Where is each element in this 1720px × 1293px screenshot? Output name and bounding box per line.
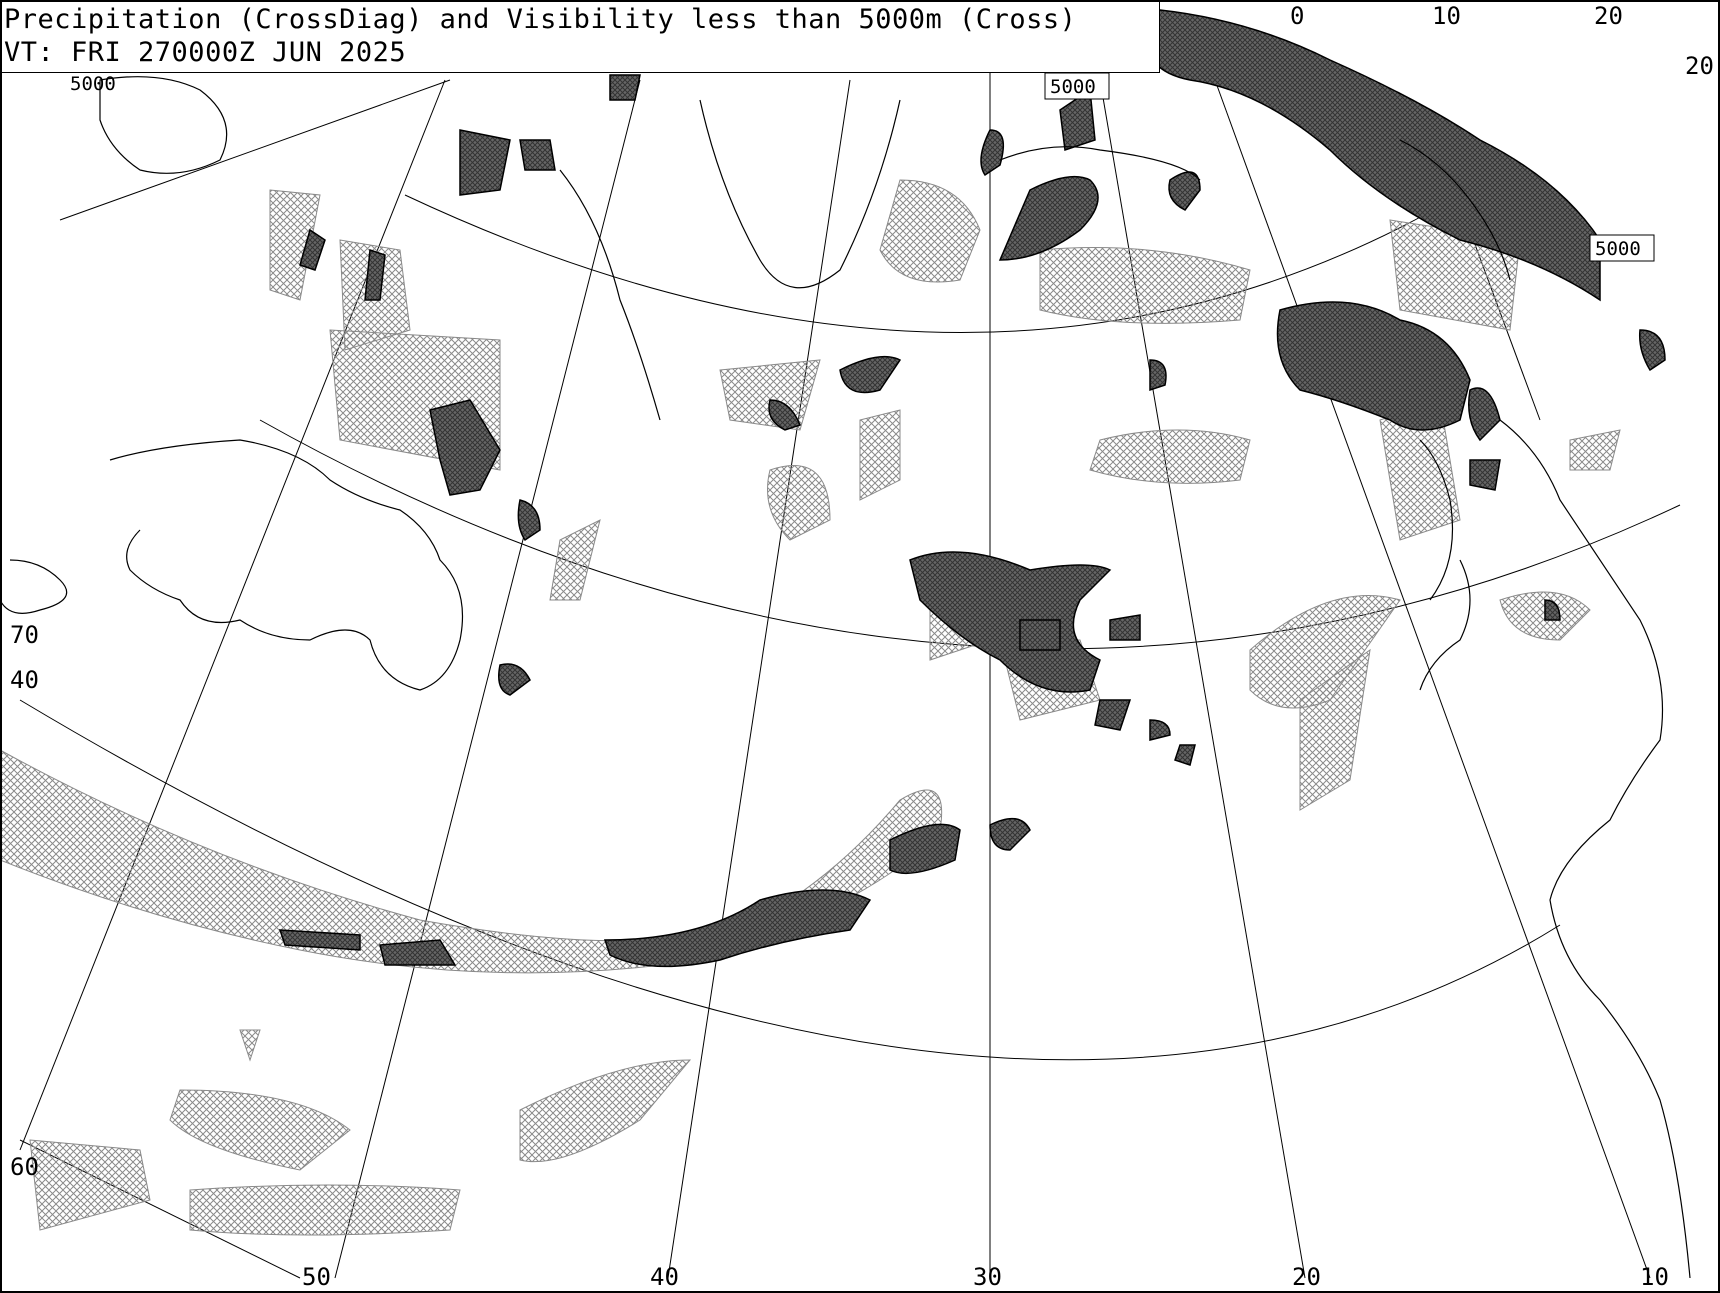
contour-label-5000-top: 5000 — [1050, 76, 1096, 98]
map-title: Precipitation (CrossDiag) and Visibility… — [4, 4, 1077, 35]
meridian-label-10: 10 — [1640, 1263, 1669, 1291]
parallel-label-70: 70 — [10, 621, 39, 649]
top-label-10: 10 — [1432, 2, 1461, 30]
meridian-label-30: 30 — [973, 1263, 1002, 1291]
parallel-label-40: 40 — [10, 666, 39, 694]
title-box: Precipitation (CrossDiag) and Visibility… — [0, 0, 1160, 73]
parallel-label-60: 60 — [10, 1153, 39, 1181]
meridian-label-20: 20 — [1292, 1263, 1321, 1291]
top-label-0: 0 — [1290, 2, 1304, 30]
right-label-20: 20 — [1685, 52, 1714, 80]
meridian-label-40: 40 — [650, 1263, 679, 1291]
precip-heavy-areas — [278, 9, 1666, 968]
top-label-20: 20 — [1594, 2, 1623, 30]
forecast-map: 5000 5000 5000 50 40 30 20 10 0 10 20 20… — [0, 0, 1714, 1291]
contour-label-5000-left: 5000 — [70, 73, 116, 95]
meridian-label-50: 50 — [302, 1263, 331, 1291]
contour-label-5000-right: 5000 — [1595, 238, 1641, 260]
valid-time: VT: FRI 270000Z JUN 2025 — [4, 37, 407, 68]
